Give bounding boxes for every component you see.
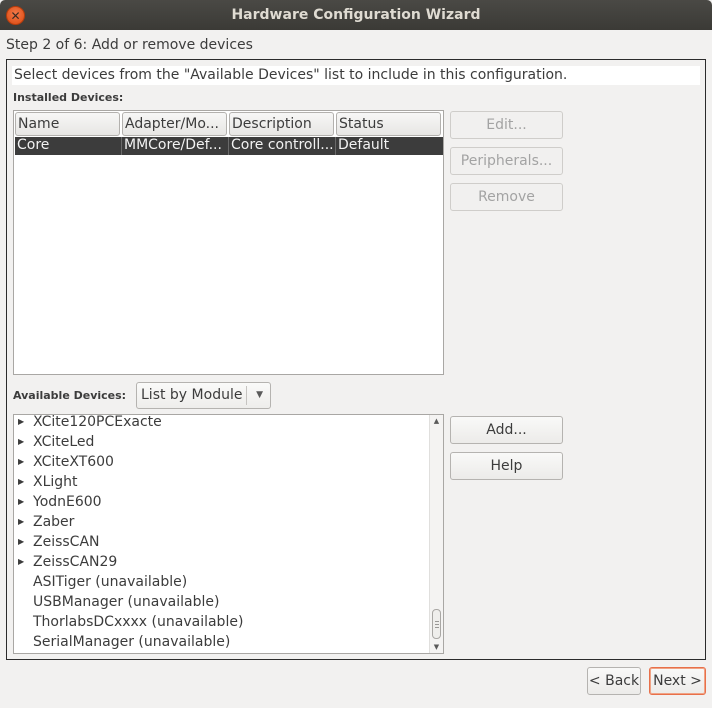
triangle-right-icon[interactable]: ▶ (18, 552, 24, 572)
chevron-down-icon: ▼ (256, 390, 263, 400)
column-header-adapter[interactable]: Adapter/Mo... (122, 112, 227, 136)
cell-name: Core (15, 137, 122, 155)
table-row[interactable]: Core MMCore/Def... Core controll... Defa… (15, 137, 443, 155)
column-header-name[interactable]: Name (15, 112, 120, 136)
cell-adapter: MMCore/Def... (122, 137, 229, 155)
triangle-right-icon[interactable]: ▶ (18, 415, 24, 432)
instructions-text: Select devices from the "Available Devic… (12, 66, 700, 85)
list-mode-value: List by Module (141, 387, 243, 403)
cell-status: Default (338, 137, 390, 153)
column-header-description[interactable]: Description (229, 112, 334, 136)
scroll-up-icon[interactable]: ▲ (430, 415, 443, 427)
triangle-right-icon[interactable]: ▶ (18, 472, 24, 492)
back-button[interactable]: < Back (587, 667, 641, 695)
dropdown-divider (246, 386, 247, 405)
next-button[interactable]: Next > (649, 667, 706, 695)
installed-devices-label: Installed Devices: (13, 91, 124, 104)
triangle-right-icon[interactable]: ▶ (18, 452, 24, 472)
installed-devices-table[interactable]: Name Adapter/Mo... Description Status Co… (13, 110, 444, 375)
triangle-right-icon[interactable]: ▶ (18, 512, 24, 532)
list-mode-dropdown[interactable]: List by Module ▼ (136, 382, 271, 409)
scrollbar-thumb[interactable] (432, 609, 441, 639)
grip-line (435, 621, 439, 622)
column-header-status[interactable]: Status (336, 112, 441, 136)
available-devices-tree[interactable]: ▶ XCite120PCExacte ▶ XCiteLed ▶ XCiteXT6… (13, 414, 444, 654)
triangle-right-icon[interactable]: ▶ (18, 532, 24, 552)
triangle-right-icon[interactable]: ▶ (18, 492, 24, 512)
title-bar: ✕ Hardware Configuration Wizard (0, 0, 712, 30)
remove-button[interactable]: Remove (450, 183, 563, 211)
peripherals-button[interactable]: Peripherals... (450, 147, 563, 175)
grip-line (435, 627, 439, 628)
window-title: Hardware Configuration Wizard (231, 7, 481, 23)
grip-line (435, 624, 439, 625)
add-button[interactable]: Add... (450, 416, 563, 444)
available-devices-label: Available Devices: (13, 389, 127, 402)
edit-button[interactable]: Edit... (450, 111, 563, 139)
cell-description: Core controll... (229, 137, 336, 155)
device-panel: Select devices from the "Available Devic… (6, 59, 706, 660)
help-button[interactable]: Help (450, 452, 563, 480)
scroll-down-icon[interactable]: ▼ (430, 641, 443, 653)
vertical-scrollbar[interactable]: ▲ ▼ (429, 415, 443, 653)
step-label: Step 2 of 6: Add or remove devices (6, 37, 253, 53)
triangle-right-icon[interactable]: ▶ (18, 432, 24, 452)
